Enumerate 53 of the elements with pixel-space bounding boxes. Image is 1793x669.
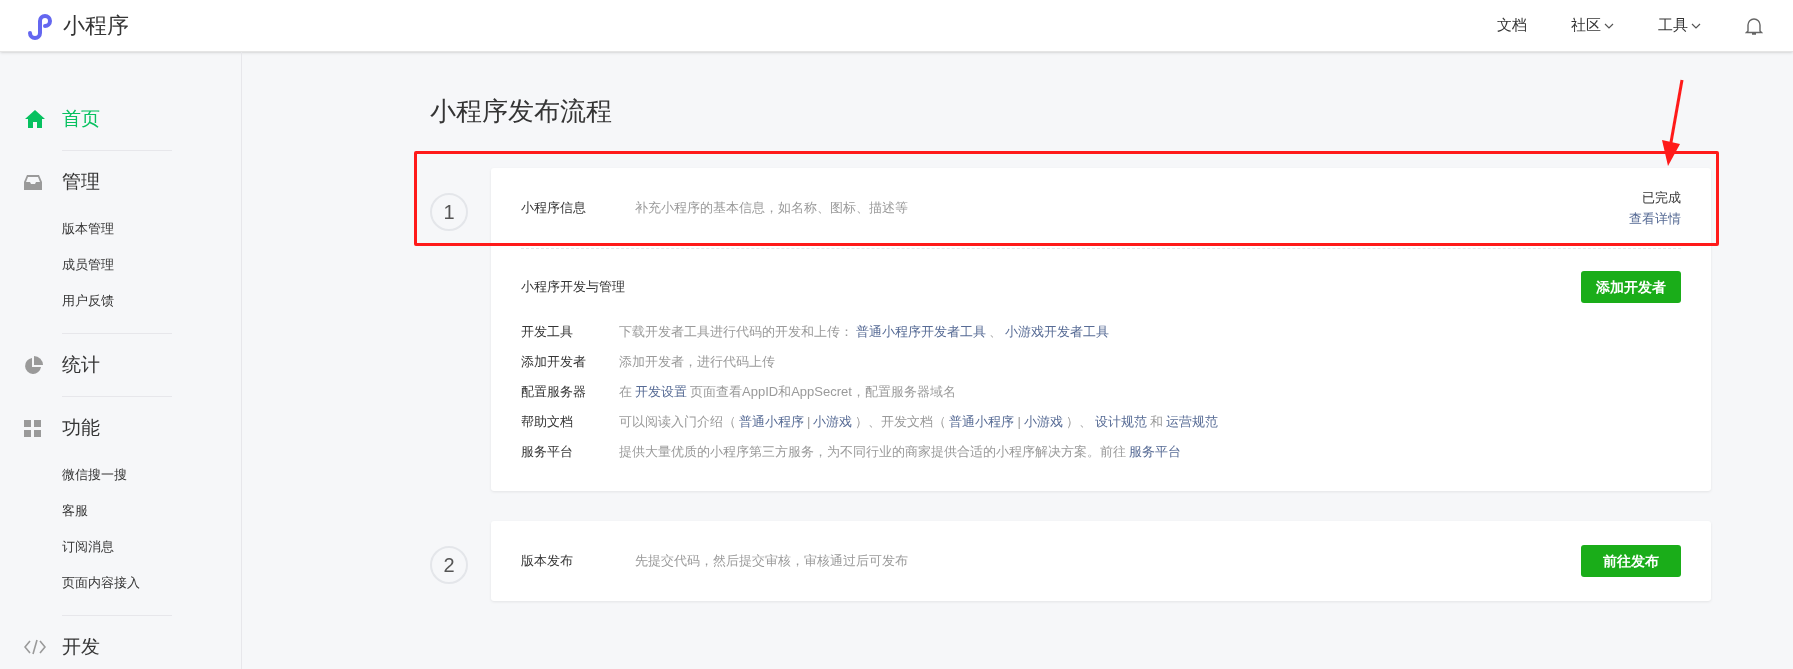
sidebar-item[interactable]: 统计 (0, 348, 241, 382)
bell-icon[interactable] (1745, 15, 1763, 36)
section-title: 小程序开发与管理 (521, 278, 625, 297)
doc-link[interactable]: 开发设置 (635, 384, 687, 400)
sidebar-subitem[interactable]: 成员管理 (62, 247, 114, 283)
row-description: 在 开发设置 页面查看AppID和AppSecret，配置服务器域名 (619, 383, 956, 402)
grid-icon (24, 419, 41, 437)
doc-link[interactable]: 运营规范 (1165, 414, 1218, 430)
sidebar-subitem[interactable]: 页面内容接入 (62, 565, 140, 601)
doc-link[interactable]: 设计规范 (1094, 414, 1147, 430)
row-label: 开发工具 (521, 323, 574, 342)
step-title: 版本发布 (521, 552, 574, 571)
row-description: 添加开发者，进行代码上传 (619, 353, 775, 372)
code-icon (24, 639, 46, 655)
doc-link[interactable]: 小游戏 (813, 414, 853, 430)
doc-link[interactable]: 服务平台 (1129, 444, 1181, 460)
step-description: 补充小程序的基本信息，如名称、图标、描述等 (635, 199, 909, 218)
sidebar-item[interactable]: 功能 (0, 411, 241, 445)
row-description: 下载开发者工具进行代码的开发和上传： 普通小程序开发者工具 、 小游戏开发者工具 (619, 323, 1110, 342)
doc-link[interactable]: 普通小程序开发者工具 (856, 324, 986, 340)
chevron-down-icon (1604, 22, 1614, 29)
sidebar-subitem[interactable]: 用户反馈 (62, 283, 114, 319)
nav-link[interactable]: 工具 (1658, 14, 1701, 37)
sidebar-item[interactable]: 管理 (0, 165, 241, 199)
nav-link[interactable]: 文档 (1497, 14, 1527, 37)
nav-link[interactable]: 社区 (1571, 14, 1614, 37)
inbox-icon (24, 174, 42, 190)
sidebar-subitem[interactable]: 客服 (62, 493, 88, 529)
step-number: 2 (430, 546, 468, 584)
chevron-down-icon (1691, 22, 1701, 29)
step-title: 小程序信息 (521, 199, 587, 218)
row-description: 可以阅读入门介绍（ 普通小程序 | 小游戏 ）、开发文档（ 普通小程序 | 小游戏 ）、 设计规范 和 运营规范 (619, 413, 1219, 432)
doc-link[interactable]: 普通小程序 (949, 414, 1015, 430)
doc-link[interactable]: 小游戏 (1023, 414, 1063, 430)
pie-chart-icon (24, 355, 43, 375)
logo-text: 小程序 (63, 12, 129, 40)
row-label: 帮助文档 (521, 413, 574, 432)
doc-link[interactable]: 小游戏开发者工具 (1005, 324, 1109, 340)
step-number: 1 (430, 193, 468, 231)
row-description: 提供大量优质的小程序第三方服务，为不同行业的商家提供合适的小程序解决方案。前往 服务平台 (619, 443, 1182, 462)
status-text: 已完成 (1642, 188, 1681, 207)
page-title: 小程序发布流程 (430, 95, 613, 128)
sidebar-subitem[interactable]: 版本管理 (62, 211, 114, 247)
sidebar-item[interactable]: 开发 (0, 630, 241, 664)
row-label: 配置服务器 (521, 383, 587, 402)
sidebar-subitem[interactable]: 微信搜一搜 (62, 457, 127, 493)
doc-link[interactable]: 普通小程序 (739, 414, 804, 430)
details-link[interactable]: 查看详情 (1629, 209, 1681, 229)
sidebar-subitem[interactable]: 订阅消息 (62, 529, 114, 565)
step-description: 先提交代码，然后提交审核，审核通过后可发布 (635, 552, 909, 571)
home-icon (24, 109, 46, 129)
row-label: 服务平台 (521, 443, 574, 462)
row-label: 添加开发者 (521, 353, 587, 372)
